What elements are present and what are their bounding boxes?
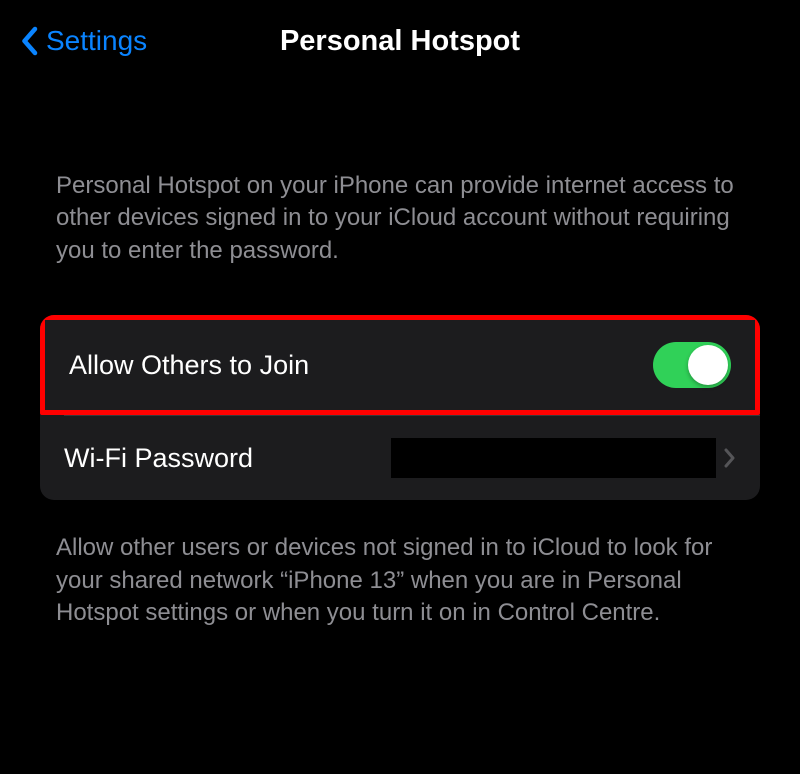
back-button[interactable]: Settings	[20, 25, 147, 57]
navigation-header: Settings Personal Hotspot	[0, 0, 800, 82]
wifi-password-row[interactable]: Wi-Fi Password	[40, 416, 760, 500]
allow-others-label: Allow Others to Join	[69, 350, 309, 381]
chevron-right-icon	[724, 448, 736, 468]
allow-others-row[interactable]: Allow Others to Join	[40, 315, 760, 415]
intro-description: Personal Hotspot on your iPhone can prov…	[0, 170, 800, 267]
back-button-label: Settings	[46, 25, 147, 57]
wifi-password-masked	[391, 438, 716, 478]
wifi-password-value-container	[391, 438, 736, 478]
wifi-password-label: Wi-Fi Password	[64, 443, 253, 474]
toggle-knob	[688, 345, 728, 385]
chevron-left-icon	[20, 26, 38, 56]
allow-others-toggle[interactable]	[653, 342, 731, 388]
settings-group: Allow Others to Join Wi-Fi Password	[40, 315, 760, 500]
footer-description: Allow other users or devices not signed …	[0, 532, 800, 629]
